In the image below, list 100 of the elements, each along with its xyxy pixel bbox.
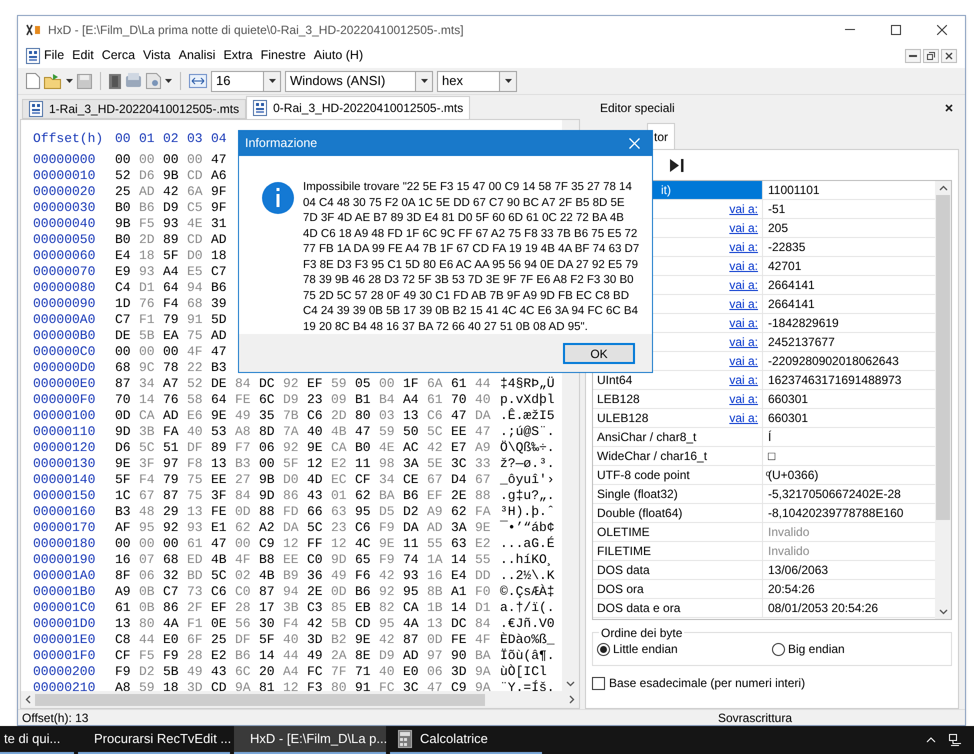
- value-cell-text: 42701: [767, 258, 802, 275]
- page-icon[interactable]: [146, 73, 161, 89]
- hex-byte: A8: [235, 423, 252, 442]
- goto-link[interactable]: vai a:: [729, 333, 758, 351]
- type-cell[interactable]: WideChar / char16_t: [593, 447, 763, 465]
- hex-byte: 11: [355, 455, 372, 474]
- dropdown-field[interactable]: 16: [211, 70, 281, 92]
- hex-byte: B1: [355, 391, 372, 410]
- hex-byte: C6: [307, 407, 324, 426]
- menu-item[interactable]: File: [40, 46, 68, 65]
- mdi-close-button[interactable]: [941, 48, 957, 62]
- chip-icon[interactable]: [109, 74, 121, 88]
- app-logo-icon: [26, 24, 42, 36]
- type-cell[interactable]: AnsiChar / char8_t: [593, 428, 763, 446]
- close-icon[interactable]: [945, 104, 953, 112]
- hex-base-checkbox[interactable]: Base esadecimale (per numeri interi): [592, 674, 952, 692]
- goto-link[interactable]: vai a:: [729, 219, 758, 237]
- hex-byte: 9B: [259, 471, 276, 490]
- hex-byte: 5F: [163, 247, 180, 266]
- goto-link[interactable]: vai a:: [729, 371, 758, 389]
- menu-item[interactable]: Cerca: [98, 46, 140, 65]
- horizontal-scrollbar[interactable]: [21, 691, 579, 708]
- row-offset: 00000200: [33, 663, 96, 682]
- hex-byte: 3F: [139, 455, 156, 474]
- radio-option[interactable]: Little endian: [597, 640, 772, 658]
- hex-byte: 50: [403, 423, 420, 442]
- hex-byte: 2D: [331, 407, 348, 426]
- hex-byte: AD: [427, 519, 444, 538]
- taskbar-label: Calcolatrice: [420, 730, 488, 748]
- type-cell[interactable]: UTF-8 code point: [593, 466, 763, 484]
- mdi-restore-button[interactable]: [923, 48, 939, 62]
- goto-link[interactable]: vai a:: [729, 409, 758, 427]
- dropdown-field[interactable]: hex: [437, 70, 517, 92]
- menu-item[interactable]: Finestre: [256, 46, 310, 65]
- value-cell-text: 205: [767, 220, 790, 237]
- scroll-thumb[interactable]: [35, 694, 485, 706]
- hex-byte: 48: [139, 503, 156, 522]
- network-icon[interactable]: [948, 733, 962, 747]
- hex-byte: 7F: [331, 663, 348, 682]
- taskbar-button[interactable]: HxD - [E:\Film_D\La p...: [234, 726, 386, 754]
- hex-byte: 2D: [139, 231, 156, 250]
- open-folder-icon[interactable]: [44, 73, 62, 89]
- hex-byte: DA: [475, 407, 492, 426]
- new-file-icon[interactable]: [26, 73, 40, 89]
- menu-item[interactable]: Extra: [219, 46, 257, 65]
- skip-next-icon[interactable]: [670, 158, 684, 172]
- value-cell-text: 13/06/2063: [767, 562, 830, 579]
- document-icon: [26, 48, 40, 64]
- menu-item[interactable]: Aiuto (H): [310, 46, 368, 65]
- goto-link[interactable]: vai a:: [729, 352, 758, 370]
- scroll-down-icon[interactable]: [938, 609, 948, 615]
- hex-byte: 03: [379, 407, 396, 426]
- file-tab[interactable]: 0-Rai_3_HD-20220410012505-.mts: [246, 96, 470, 119]
- type-cell[interactable]: ULEB128 vai a:: [593, 409, 763, 427]
- chevron-up-icon[interactable]: [926, 737, 936, 743]
- menu-item[interactable]: Analisi: [174, 46, 220, 65]
- hex-byte: CD: [187, 167, 204, 186]
- hex-byte: E6: [187, 407, 204, 426]
- resize-arrows-icon[interactable]: [189, 74, 207, 88]
- hex-byte: F5: [139, 215, 156, 234]
- scroll-right-icon[interactable]: [569, 695, 575, 704]
- scroll-up-icon[interactable]: [938, 185, 948, 191]
- scroll-left-icon[interactable]: [25, 695, 31, 704]
- hex-byte: 9E: [115, 455, 132, 474]
- type-cell[interactable]: DOS data e ora: [593, 599, 763, 617]
- hex-byte: AD: [403, 647, 420, 666]
- dropdown-field[interactable]: Windows (ANSI): [285, 70, 433, 92]
- ok-button[interactable]: OK: [563, 342, 635, 364]
- hex-byte: 47: [211, 151, 228, 170]
- hex-byte: 43: [211, 663, 228, 682]
- scroll-thumb[interactable]: [936, 195, 950, 520]
- goto-link[interactable]: vai a:: [729, 295, 758, 313]
- menu-item[interactable]: Vista: [139, 46, 175, 65]
- hex-byte: AD: [211, 231, 228, 250]
- hex-byte: FD: [283, 503, 300, 522]
- hex-byte: EC: [331, 471, 348, 490]
- hex-byte: 9D: [115, 423, 132, 442]
- type-cell[interactable]: DOS ora: [593, 580, 763, 598]
- type-cell[interactable]: Double (float64): [593, 504, 763, 522]
- file-tab[interactable]: 1-Rai_3_HD-20220410012505-.mts: [22, 99, 246, 119]
- ascii-text: .€Jñ.V0: [500, 615, 555, 632]
- goto-link[interactable]: vai a:: [729, 200, 758, 218]
- goto-link[interactable]: vai a:: [729, 276, 758, 294]
- radio-option[interactable]: Big endian: [772, 640, 947, 658]
- menu-item[interactable]: Edit: [68, 46, 98, 65]
- type-cell[interactable]: Single (float32): [593, 485, 763, 503]
- mdi-minimize-button[interactable]: [905, 48, 921, 62]
- goto-link[interactable]: vai a:: [729, 257, 758, 275]
- goto-link[interactable]: vai a:: [729, 314, 758, 332]
- type-cell[interactable]: LEB128 vai a:: [593, 390, 763, 408]
- document-icon: [253, 100, 268, 116]
- hex-byte: 9A: [475, 663, 492, 682]
- goto-link[interactable]: vai a:: [729, 238, 758, 256]
- scroll-down-icon[interactable]: [566, 681, 575, 687]
- type-cell[interactable]: DOS data: [593, 561, 763, 579]
- hex-byte: 59: [379, 423, 396, 442]
- vertical-scrollbar[interactable]: [935, 181, 951, 619]
- row-offset: 000001D0: [33, 615, 96, 634]
- hex-byte: 52: [115, 167, 132, 186]
- goto-link[interactable]: vai a:: [729, 390, 758, 408]
